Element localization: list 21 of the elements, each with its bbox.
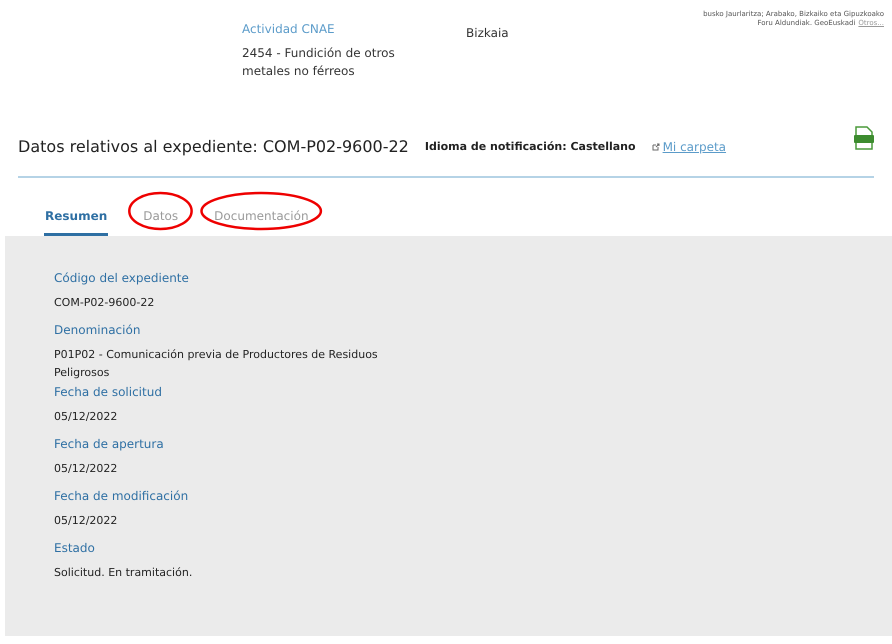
field-label: Código del expediente xyxy=(54,270,190,287)
field-value: COM-P02-9600-22 xyxy=(54,295,156,311)
field-label: Estado xyxy=(54,540,96,557)
tab[interactable]: Documentación xyxy=(213,207,310,236)
field-value: 05/12/2022 xyxy=(54,409,118,425)
province-text: Bizkaia xyxy=(466,25,509,42)
field-value: Solicitud. En tramitación. xyxy=(54,565,194,581)
external-link-icon xyxy=(652,143,660,151)
field-value: 2454 - Fundición de otros metales no férreos xyxy=(242,45,396,80)
field-label: Fecha de solicitud xyxy=(54,384,163,401)
field-label: Actividad CNAE xyxy=(242,21,336,38)
page-title: Datos relativos al expediente: COM-P02-9600-22 xyxy=(18,136,409,158)
folder-link[interactable]: Mi carpeta xyxy=(662,138,726,156)
field-value: P01P02 - Comunicación previa de Productores de Residuos Peligrosos xyxy=(54,347,379,381)
field-value: 05/12/2022 xyxy=(54,513,118,529)
language-text: Idioma de notificación: Castellano xyxy=(424,138,636,155)
field-value: 05/12/2022 xyxy=(54,461,118,477)
field-label: Denominación xyxy=(54,322,142,339)
field-label: Fecha de apertura xyxy=(54,436,165,453)
field-label: Fecha de modificación xyxy=(54,488,190,505)
tab[interactable]: Datos xyxy=(142,207,180,236)
